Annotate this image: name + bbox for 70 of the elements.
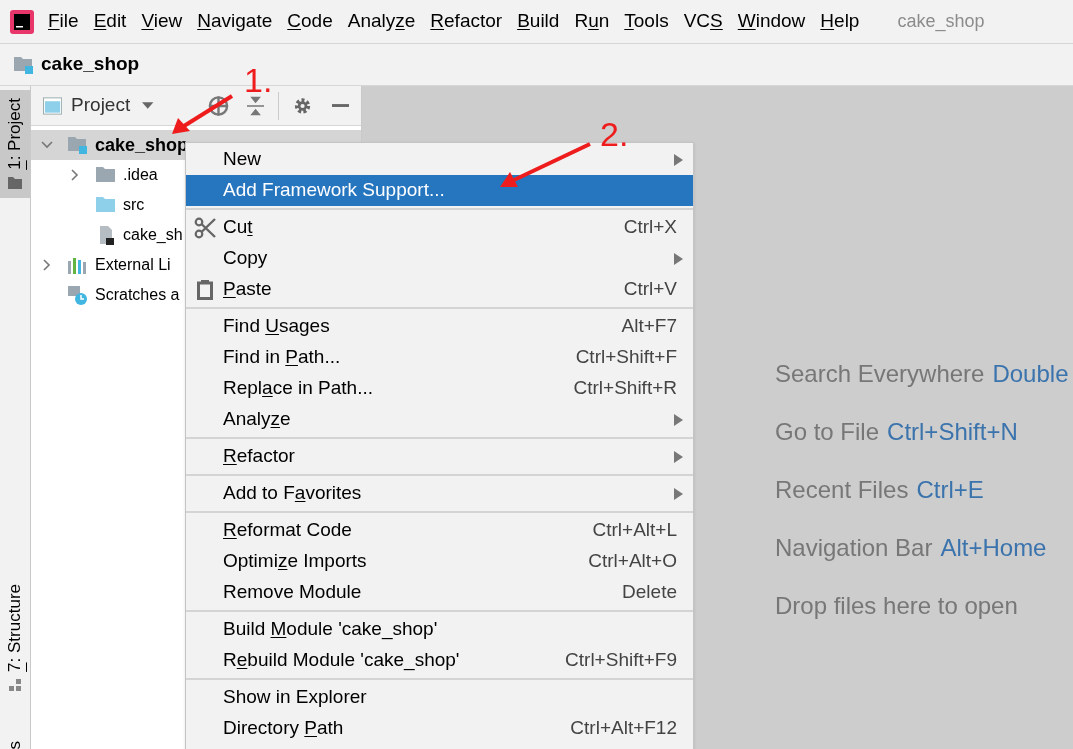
panel-title[interactable]: Project bbox=[71, 91, 131, 120]
hint-shortcut: Double bbox=[992, 358, 1069, 389]
hint-text: Go to File bbox=[775, 416, 880, 447]
scissors-icon bbox=[193, 216, 216, 239]
tree-item[interactable]: src bbox=[123, 193, 145, 217]
window-icon bbox=[43, 96, 63, 115]
menu-item[interactable]: Help bbox=[820, 7, 860, 36]
annotation-number: 2. bbox=[600, 115, 629, 153]
menu-entry[interactable]: Refactor bbox=[186, 441, 693, 472]
menu-item[interactable]: Build bbox=[517, 7, 560, 36]
menu-item[interactable]: File bbox=[48, 7, 79, 36]
menu-item[interactable]: Analyze bbox=[347, 7, 416, 36]
menu-entry[interactable]: Add Framework Support... bbox=[186, 175, 693, 206]
window-title: cake_shop bbox=[897, 10, 985, 34]
tree-item[interactable]: .idea bbox=[123, 163, 158, 187]
settings-icon[interactable] bbox=[292, 95, 312, 116]
hint-text: Navigation Bar bbox=[775, 532, 933, 563]
annotation-arrow bbox=[172, 94, 234, 134]
tree-item[interactable]: cake_sh bbox=[123, 223, 183, 247]
menu-entry[interactable]: Paste Ctrl+V bbox=[186, 274, 693, 305]
module-folder-icon bbox=[13, 54, 35, 75]
hint-text: Drop files here to open bbox=[775, 590, 1018, 621]
menu-entry[interactable]: Optimize Imports Ctrl+Alt+O bbox=[186, 546, 693, 577]
menu-item[interactable]: Refactor bbox=[430, 7, 503, 36]
chevron-right-icon[interactable] bbox=[41, 259, 53, 271]
menu-item[interactable]: Navigate bbox=[197, 7, 273, 36]
menu-entry[interactable]: Build Module 'cake_shop' bbox=[186, 614, 693, 645]
menu-item[interactable]: Window bbox=[737, 7, 806, 36]
hint-shortcut: Ctrl+E bbox=[916, 474, 984, 505]
menu-entry[interactable]: Find in Path... Ctrl+Shift+F bbox=[186, 342, 693, 373]
clipboard-icon bbox=[196, 279, 213, 300]
menu-entry[interactable]: Cut Ctrl+X bbox=[186, 212, 693, 243]
scratch-clock-icon bbox=[67, 284, 89, 306]
structure-icon bbox=[7, 677, 23, 692]
app-logo-icon bbox=[10, 9, 34, 34]
menu-item[interactable]: VCS bbox=[683, 7, 723, 36]
menu-entry[interactable]: Find Usages Alt+F7 bbox=[186, 311, 693, 342]
tool-window-tab[interactable]: 1: Project bbox=[0, 90, 30, 198]
menu-entry[interactable]: Show in Explorer bbox=[186, 682, 693, 713]
folder-icon bbox=[7, 175, 23, 190]
hint-shortcut: Ctrl+Shift+N bbox=[887, 416, 1018, 447]
menu-entry[interactable]: Reformat Code Ctrl+Alt+L bbox=[186, 515, 693, 546]
tree-item[interactable]: Scratches a bbox=[95, 283, 180, 307]
chevron-down-icon[interactable] bbox=[41, 139, 53, 151]
menu-item[interactable]: Edit bbox=[93, 7, 127, 36]
tree-item[interactable]: External Li bbox=[95, 253, 171, 277]
menu-item[interactable]: View bbox=[141, 7, 183, 36]
menu-entry[interactable]: Replace in Path... Ctrl+Shift+R bbox=[186, 373, 693, 404]
chevron-right-icon[interactable] bbox=[69, 169, 81, 181]
dropdown-caret-icon[interactable] bbox=[142, 101, 154, 110]
hint-text: Search Everywhere bbox=[775, 358, 985, 389]
tool-window-tab[interactable]: s bbox=[0, 733, 30, 749]
menu-entry[interactable]: Remove Module Delete bbox=[186, 577, 693, 608]
tool-window-tab[interactable]: 7: Structure bbox=[0, 575, 30, 700]
collapse-all-icon[interactable] bbox=[246, 95, 264, 116]
crosshair-icon[interactable] bbox=[207, 94, 229, 117]
menu-entry[interactable]: Analyze bbox=[186, 404, 693, 435]
hint-text: Recent Files bbox=[775, 474, 909, 505]
menu-entry[interactable]: Copy bbox=[186, 243, 693, 274]
hint-shortcut: Alt+Home bbox=[940, 532, 1047, 563]
menu-item[interactable]: Tools bbox=[624, 7, 669, 36]
menu-item[interactable]: Run bbox=[574, 7, 610, 36]
menu-entry[interactable]: Rebuild Module 'cake_shop' Ctrl+Shift+F9 bbox=[186, 645, 693, 676]
menu-item[interactable]: Code bbox=[287, 7, 333, 36]
annotation-number: 1. bbox=[244, 61, 273, 99]
menu-entry[interactable]: Directory Path Ctrl+Alt+F12 bbox=[186, 713, 693, 744]
minimize-icon[interactable] bbox=[331, 103, 349, 108]
menu-entry[interactable]: Add to Favorites bbox=[186, 478, 693, 509]
module-folder-icon bbox=[67, 134, 89, 156]
breadcrumb-item[interactable]: cake_shop bbox=[41, 50, 140, 79]
